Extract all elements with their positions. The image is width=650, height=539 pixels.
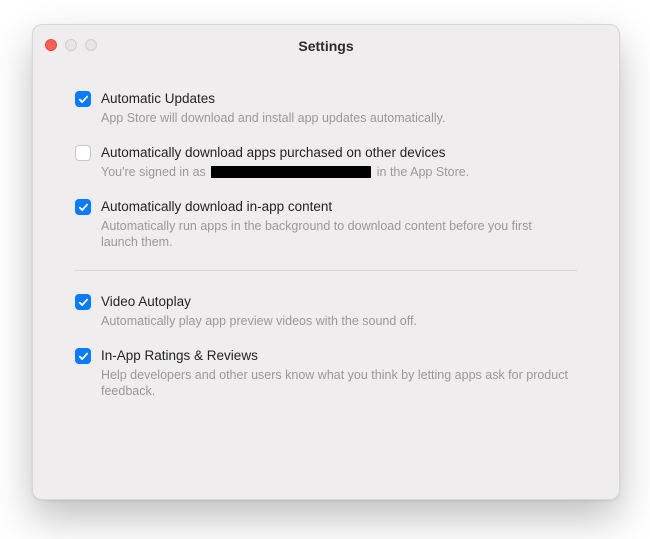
titlebar: Settings bbox=[33, 25, 619, 68]
video-autoplay-label: Video Autoplay bbox=[101, 293, 577, 311]
checkmark-icon bbox=[78, 297, 89, 308]
ratings-reviews-desc: Help developers and other users know wha… bbox=[101, 367, 571, 399]
redacted-account bbox=[211, 166, 371, 178]
checkmark-icon bbox=[78, 202, 89, 213]
automatic-updates-checkbox[interactable] bbox=[75, 91, 91, 107]
setting-download-inapp-content: Automatically download in-app content Au… bbox=[75, 190, 577, 260]
download-purchased-checkbox[interactable] bbox=[75, 145, 91, 161]
automatic-updates-desc: App Store will download and install app … bbox=[101, 110, 571, 126]
checkmark-icon bbox=[78, 94, 89, 105]
download-purchased-desc-prefix: You're signed in as bbox=[101, 165, 209, 179]
checkmark-icon bbox=[78, 351, 89, 362]
download-purchased-desc-suffix: in the App Store. bbox=[373, 165, 469, 179]
window-title: Settings bbox=[298, 38, 353, 54]
settings-window: Settings Automatic Updates App Store wil… bbox=[32, 24, 620, 500]
ratings-reviews-label: In-App Ratings & Reviews bbox=[101, 347, 577, 365]
download-purchased-label: Automatically download apps purchased on… bbox=[101, 144, 577, 162]
download-inapp-content-label: Automatically download in-app content bbox=[101, 198, 577, 216]
minimize-window-button[interactable] bbox=[65, 39, 77, 51]
setting-download-purchased: Automatically download apps purchased on… bbox=[75, 136, 577, 190]
download-inapp-content-desc: Automatically run apps in the background… bbox=[101, 218, 571, 250]
automatic-updates-label: Automatic Updates bbox=[101, 90, 577, 108]
setting-video-autoplay: Video Autoplay Automatically play app pr… bbox=[75, 285, 577, 339]
window-controls bbox=[45, 39, 97, 51]
video-autoplay-desc: Automatically play app preview videos wi… bbox=[101, 313, 571, 329]
download-purchased-desc: You're signed in as in the App Store. bbox=[101, 164, 571, 180]
close-window-button[interactable] bbox=[45, 39, 57, 51]
setting-ratings-reviews: In-App Ratings & Reviews Help developers… bbox=[75, 339, 577, 409]
divider bbox=[75, 270, 577, 271]
settings-content: Automatic Updates App Store will downloa… bbox=[33, 68, 619, 427]
video-autoplay-checkbox[interactable] bbox=[75, 294, 91, 310]
setting-automatic-updates: Automatic Updates App Store will downloa… bbox=[75, 82, 577, 136]
ratings-reviews-checkbox[interactable] bbox=[75, 348, 91, 364]
zoom-window-button[interactable] bbox=[85, 39, 97, 51]
download-inapp-content-checkbox[interactable] bbox=[75, 199, 91, 215]
